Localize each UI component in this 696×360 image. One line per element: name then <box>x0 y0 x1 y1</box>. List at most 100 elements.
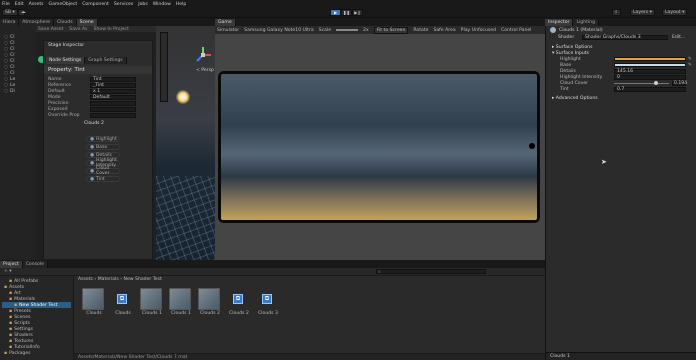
property-field[interactable] <box>90 112 136 118</box>
property-header: Property: Tint <box>44 66 152 74</box>
menu-item[interactable]: Services <box>114 2 133 7</box>
device-dropdown[interactable]: Samsung Galaxy Note10 Ultra <box>244 28 314 33</box>
eyedropper-icon[interactable]: ✎ <box>688 57 692 62</box>
property-field[interactable]: x 1 <box>90 88 136 94</box>
property-value[interactable]: 0 <box>614 74 686 80</box>
scale-value: 2x <box>363 27 369 33</box>
tab-inspector[interactable]: Inspector <box>545 19 574 26</box>
show-in-project-button[interactable]: Show In Project <box>94 27 129 32</box>
color-swatch[interactable] <box>614 57 686 61</box>
property-field[interactable] <box>90 106 136 112</box>
folder-icon: ▪ <box>9 296 13 302</box>
layout-dropdown[interactable]: Layout ▾ <box>662 9 688 16</box>
status-path: Assets/Materials/New Shader Test/Clouds … <box>74 353 545 360</box>
tab-lighting[interactable]: Lighting <box>573 19 600 26</box>
folder-icon: ▪ <box>9 320 13 326</box>
menu-item[interactable]: Assets <box>29 2 44 7</box>
property-field[interactable]: Default <box>90 94 136 100</box>
rotate-button[interactable]: Rotate <box>413 28 428 33</box>
property-field[interactable]: _Tint <box>90 82 136 88</box>
shader-dropdown[interactable]: Shader Graphs/Clouds 3 <box>582 34 668 40</box>
tab-atmosphere[interactable]: Atmosphere <box>19 19 55 26</box>
asset-tile[interactable]: Clouds 1 <box>169 288 193 316</box>
menu-item[interactable]: GameObject <box>49 2 78 7</box>
scene-view[interactable]: < Persp <box>156 26 215 260</box>
orientation-gizmo-icon[interactable] <box>194 46 212 64</box>
scale-slider[interactable] <box>336 29 359 31</box>
menu-item[interactable]: Window <box>153 2 171 7</box>
folder-icon: ▪ <box>9 314 13 320</box>
shader-icon: ⧉ <box>117 294 127 304</box>
play-icon[interactable]: ▶ <box>330 9 341 16</box>
inspector-panel: Clouds 1 (Material) Shader Shader Graphs… <box>545 26 696 360</box>
add-asset-button[interactable]: + ▾ <box>4 269 12 274</box>
hierarchy-item[interactable]: ○ Di <box>0 88 36 94</box>
menu-item[interactable]: Edit <box>15 2 24 7</box>
asset-tile[interactable]: Clouds <box>82 288 106 316</box>
blackboard-property-chip[interactable]: ● Highlight <box>86 136 120 142</box>
tab-project[interactable]: Project <box>0 261 23 268</box>
property-field[interactable] <box>90 100 136 106</box>
blackboard-property-chip[interactable]: ● Base <box>86 144 120 150</box>
persp-label[interactable]: < Persp <box>196 68 214 73</box>
tab-scene[interactable]: Scene <box>76 19 98 26</box>
tab-node-settings[interactable]: Node Settings <box>46 57 86 64</box>
asset-label: Clouds 1 <box>171 311 191 316</box>
search-icon[interactable]: ⌕ <box>612 9 621 16</box>
breadcrumb-item[interactable]: Materials <box>98 277 119 282</box>
blackboard-property-chip[interactable]: ● Tint <box>86 176 120 182</box>
asset-label: Clouds 1 <box>142 311 162 316</box>
control-panel-button[interactable]: Control Panel <box>501 28 531 33</box>
account-button[interactable]: SB ▾ <box>2 9 18 16</box>
layers-dropdown[interactable]: Layers ▾ <box>630 9 655 16</box>
save-as-button[interactable]: Save As <box>69 27 87 32</box>
property-label: Highlight Intensity <box>560 74 603 80</box>
play-mode-dropdown[interactable]: Play Unfocused <box>461 28 496 33</box>
project-folder[interactable]: ▪ Packages <box>2 350 71 356</box>
menu-item[interactable]: Help <box>176 2 186 7</box>
property-value[interactable]: 0.194 <box>672 80 687 86</box>
menu-item[interactable]: Component <box>82 2 109 7</box>
advanced-options-foldout[interactable]: ▸ Advanced Options <box>546 95 696 101</box>
tab-hierarchy[interactable]: Hiera <box>0 19 20 26</box>
pause-icon[interactable]: ❚❚ <box>341 9 352 16</box>
tab-graph-settings[interactable]: Graph Settings <box>85 57 127 64</box>
property-field[interactable]: Tint <box>90 76 136 82</box>
menu-item[interactable]: Jobs <box>138 2 147 7</box>
property-value[interactable]: 145.16 <box>614 68 686 74</box>
tab-clouds[interactable]: Clouds <box>54 19 77 26</box>
project-assets: Assets › Materials › New Shader Test Clo… <box>74 276 545 360</box>
save-asset-button[interactable]: Save Asset <box>38 27 63 32</box>
asset-tile[interactable]: ⧉ Clouds 3 <box>256 288 280 316</box>
cloud-cover-slider[interactable] <box>614 80 669 85</box>
asset-tile[interactable]: Clouds 2 <box>198 288 222 316</box>
step-icon[interactable]: ▶❙ <box>352 9 363 16</box>
project-search-input[interactable] <box>376 269 486 274</box>
menu-item[interactable]: File <box>2 2 10 7</box>
shader-icon: ⧉ <box>233 294 243 304</box>
display-dropdown[interactable]: Simulator <box>217 28 239 33</box>
property-label: Override Prop <box>48 112 80 118</box>
cloud-icon[interactable]: ☁ <box>18 9 26 16</box>
tab-console[interactable]: Console <box>22 261 48 268</box>
breadcrumb-item[interactable]: New Shader Test <box>124 277 162 282</box>
asset-tile[interactable]: Clouds 1 <box>140 288 164 316</box>
tab-game[interactable]: Game <box>215 19 236 26</box>
eyedropper-icon[interactable]: ✎ <box>688 63 692 68</box>
shader-row: Shader Shader Graphs/Clouds 3 Edit... <box>546 34 696 40</box>
safe-area-toggle[interactable]: Safe Area <box>433 28 455 33</box>
property-value[interactable]: 0.7 <box>614 86 686 92</box>
property-label: Base <box>560 62 572 68</box>
asset-tile[interactable]: ⧉ Clouds 2 <box>227 288 251 316</box>
scene-tools[interactable] <box>160 32 168 102</box>
color-swatch[interactable] <box>614 63 686 67</box>
edit-shader-button[interactable]: Edit... <box>672 35 685 40</box>
folder-icon: ▪ <box>9 278 13 284</box>
fit-to-screen-button[interactable]: Fit to Screen <box>373 26 409 34</box>
shader-label: Shader <box>558 34 575 40</box>
blackboard-property-chip[interactable]: ● Cloud Cover <box>86 166 120 176</box>
material-property-row: Details 145.16 <box>560 68 696 74</box>
asset-tile[interactable]: ⧉ Clouds <box>111 288 135 316</box>
breadcrumb-item[interactable]: Assets <box>78 277 93 282</box>
property-row: Reference _Tint <box>48 82 148 88</box>
